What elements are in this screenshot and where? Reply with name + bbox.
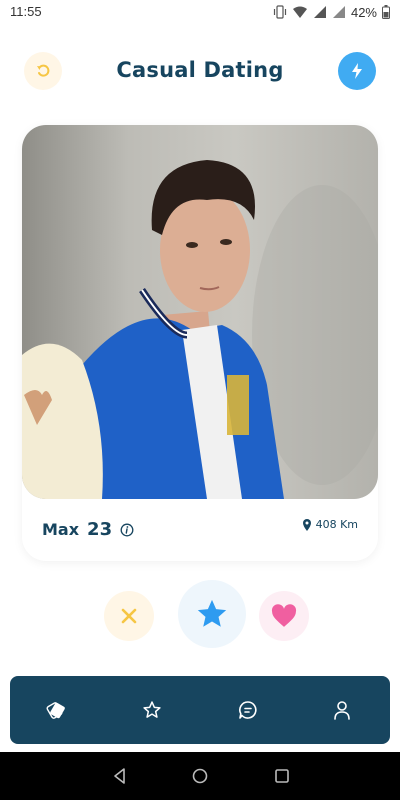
nav-item-profile[interactable]: [328, 696, 356, 724]
status-bar: 11:55 42%: [0, 0, 400, 24]
signal-icon: [313, 6, 326, 18]
star-icon: [197, 599, 227, 627]
close-icon: [121, 608, 137, 624]
profile-photo[interactable]: [22, 125, 378, 499]
battery-icon: [382, 5, 390, 19]
header: Casual Dating: [0, 52, 400, 94]
profile-age: 23: [87, 519, 113, 540]
signal-icon-2: [332, 6, 345, 18]
profile-photo-illustration: [22, 160, 378, 499]
nav-item-favorites[interactable]: [138, 696, 166, 724]
nope-button[interactable]: [104, 591, 154, 641]
profile-name-row: Max 23: [42, 519, 134, 540]
system-navigation-bar: [0, 752, 400, 800]
battery-percent: 42%: [350, 4, 377, 20]
status-icons: 42%: [273, 4, 390, 20]
profile-card[interactable]: Max 23 408 Km: [22, 125, 378, 561]
profile-icon: [334, 701, 350, 720]
action-buttons: [0, 580, 400, 652]
status-time: 11:55: [10, 4, 42, 19]
back-icon[interactable]: [110, 766, 130, 786]
lightning-icon: [352, 63, 362, 79]
super-like-button[interactable]: [178, 580, 246, 648]
recents-icon[interactable]: [272, 766, 292, 786]
distance-indicator: 408 Km: [302, 518, 358, 531]
bottom-navigation: [10, 676, 390, 744]
home-icon[interactable]: [190, 766, 210, 786]
info-icon[interactable]: [120, 523, 134, 537]
nav-item-cards[interactable]: [42, 696, 70, 724]
vibrate-icon: [273, 5, 287, 19]
nav-item-chat[interactable]: [234, 696, 262, 724]
profile-name: Max: [42, 520, 80, 539]
cards-icon: [46, 702, 65, 719]
heart-icon: [271, 604, 297, 627]
star-outline-icon: [143, 701, 161, 718]
chat-icon: [239, 701, 257, 719]
distance-text: 408 Km: [315, 518, 358, 531]
wifi-icon: [292, 6, 307, 18]
boost-button[interactable]: [338, 52, 376, 90]
like-button[interactable]: [259, 591, 309, 641]
location-pin-icon: [302, 518, 311, 531]
